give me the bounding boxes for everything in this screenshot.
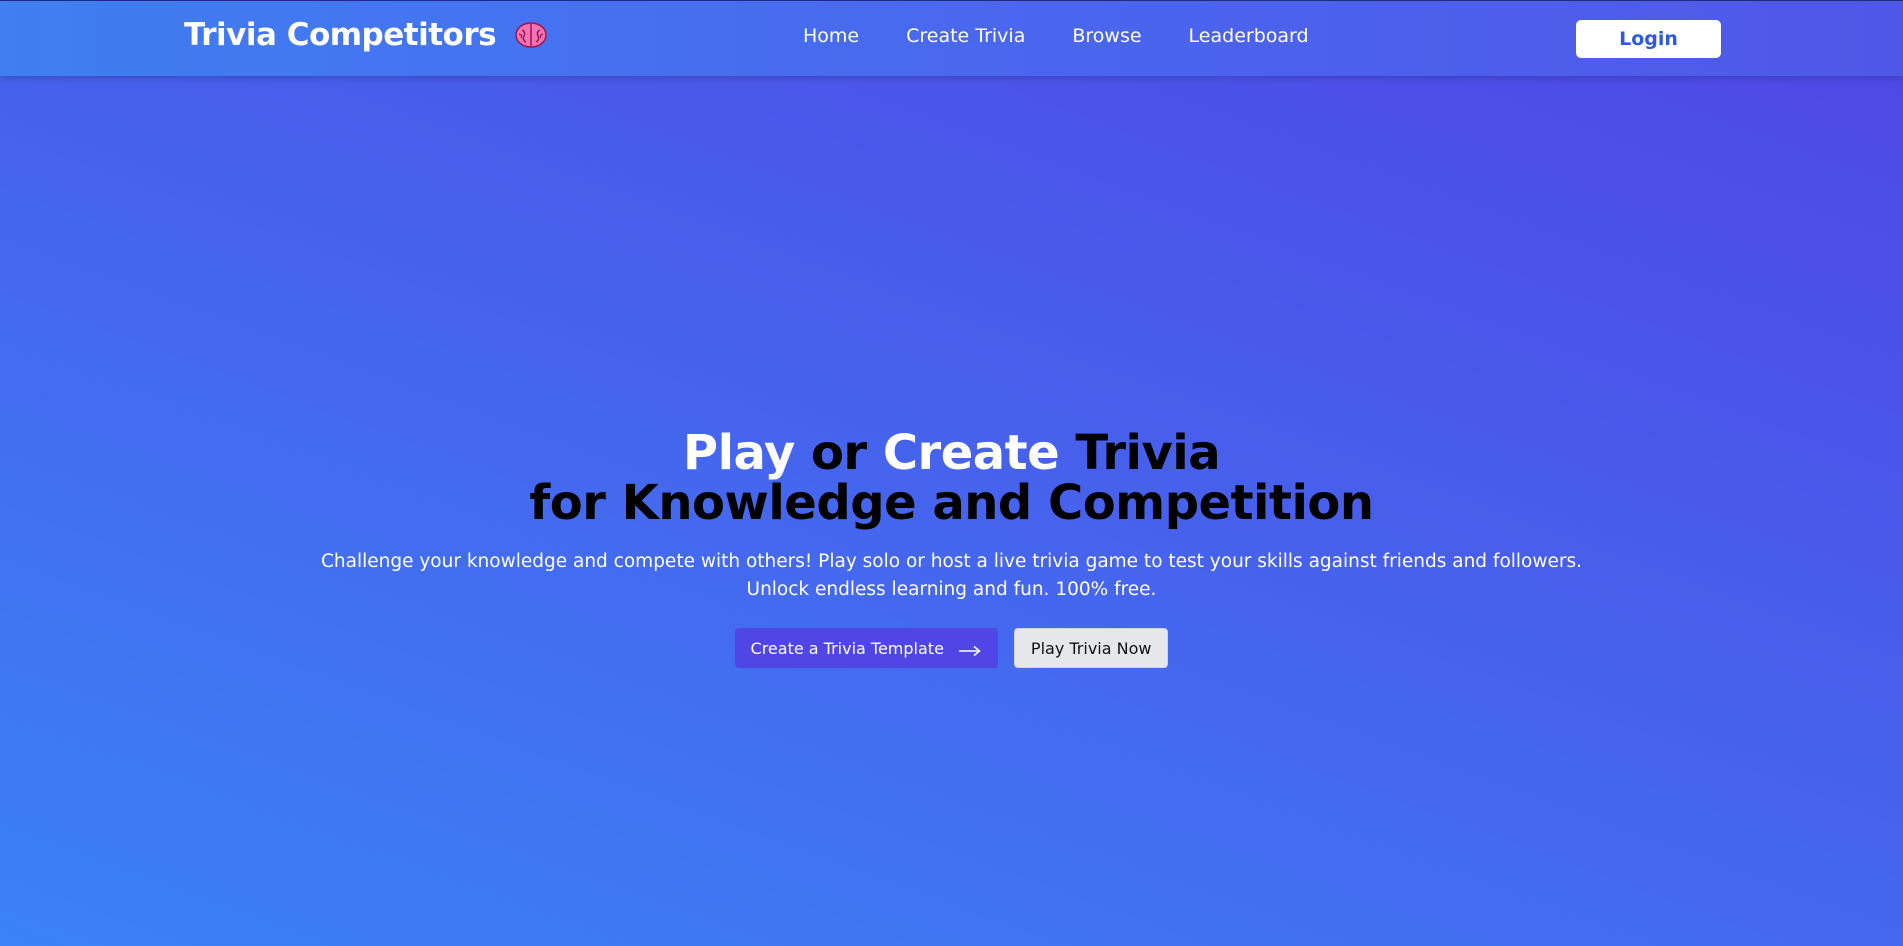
hero-title-line2: for Knowledge and Competition [529, 475, 1374, 531]
main-nav: Home Create Trivia Browse Leaderboard [803, 25, 1309, 47]
nav-browse[interactable]: Browse [1072, 25, 1141, 47]
nav-create-trivia[interactable]: Create Trivia [906, 25, 1025, 47]
hero-title-create: Create [882, 425, 1060, 481]
arrow-right-icon [958, 642, 982, 657]
brain-icon [514, 18, 548, 52]
brand-logo[interactable]: Trivia Competitors [184, 17, 548, 53]
nav-home[interactable]: Home [803, 25, 859, 47]
hero-title-play: Play [682, 425, 795, 481]
hero-description-line2: Unlock endless learning and fun. 100% fr… [746, 579, 1157, 600]
hero-description-line1: Challenge your knowledge and compete wit… [320, 551, 1583, 572]
brand-title: Trivia Competitors [184, 17, 497, 53]
hero-title-or: or [794, 425, 883, 481]
hero-actions: Create a Trivia Template Play Trivia Now [0, 628, 1903, 668]
hero-title: Play or Create Trivia for Knowledge and … [0, 428, 1903, 528]
nav-leaderboard[interactable]: Leaderboard [1189, 25, 1309, 47]
top-navigation-bar: Trivia Competitors Home Create Trivia Br… [0, 0, 1903, 76]
create-trivia-template-label: Create a Trivia Template [750, 638, 944, 658]
create-trivia-template-button[interactable]: Create a Trivia Template [734, 628, 998, 668]
login-button[interactable]: Login [1576, 20, 1721, 58]
hero-description: Challenge your knowledge and compete wit… [302, 548, 1602, 604]
hero-title-trivia: Trivia [1059, 425, 1221, 481]
hero-section: Play or Create Trivia for Knowledge and … [0, 428, 1903, 668]
play-trivia-now-button[interactable]: Play Trivia Now [1013, 628, 1169, 668]
